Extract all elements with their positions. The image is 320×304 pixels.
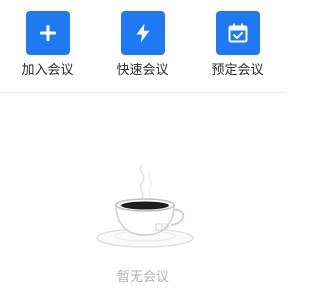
calendar-check-icon bbox=[228, 23, 247, 43]
coffee-cup-icon bbox=[96, 164, 194, 248]
schedule-meeting-button[interactable]: 预定会议 bbox=[190, 0, 285, 92]
lightning-icon bbox=[136, 23, 149, 43]
quick-meeting-button[interactable]: 快速会议 bbox=[95, 0, 190, 92]
quick-meeting-tile[interactable] bbox=[120, 11, 165, 55]
join-meeting-tile[interactable] bbox=[25, 11, 70, 55]
empty-state-message: 暂无会议 bbox=[116, 270, 169, 285]
plus-icon bbox=[39, 25, 56, 41]
schedule-meeting-label: 预定会议 bbox=[211, 63, 264, 78]
schedule-meeting-tile[interactable] bbox=[215, 11, 260, 55]
meeting-actions-bar: 加入会议 快速会议 预定会议 bbox=[0, 0, 286, 92]
empty-state: 暂无会议 bbox=[0, 93, 286, 304]
quick-meeting-label: 快速会议 bbox=[116, 63, 169, 78]
join-meeting-button[interactable]: 加入会议 bbox=[0, 0, 95, 92]
join-meeting-label: 加入会议 bbox=[21, 63, 74, 78]
